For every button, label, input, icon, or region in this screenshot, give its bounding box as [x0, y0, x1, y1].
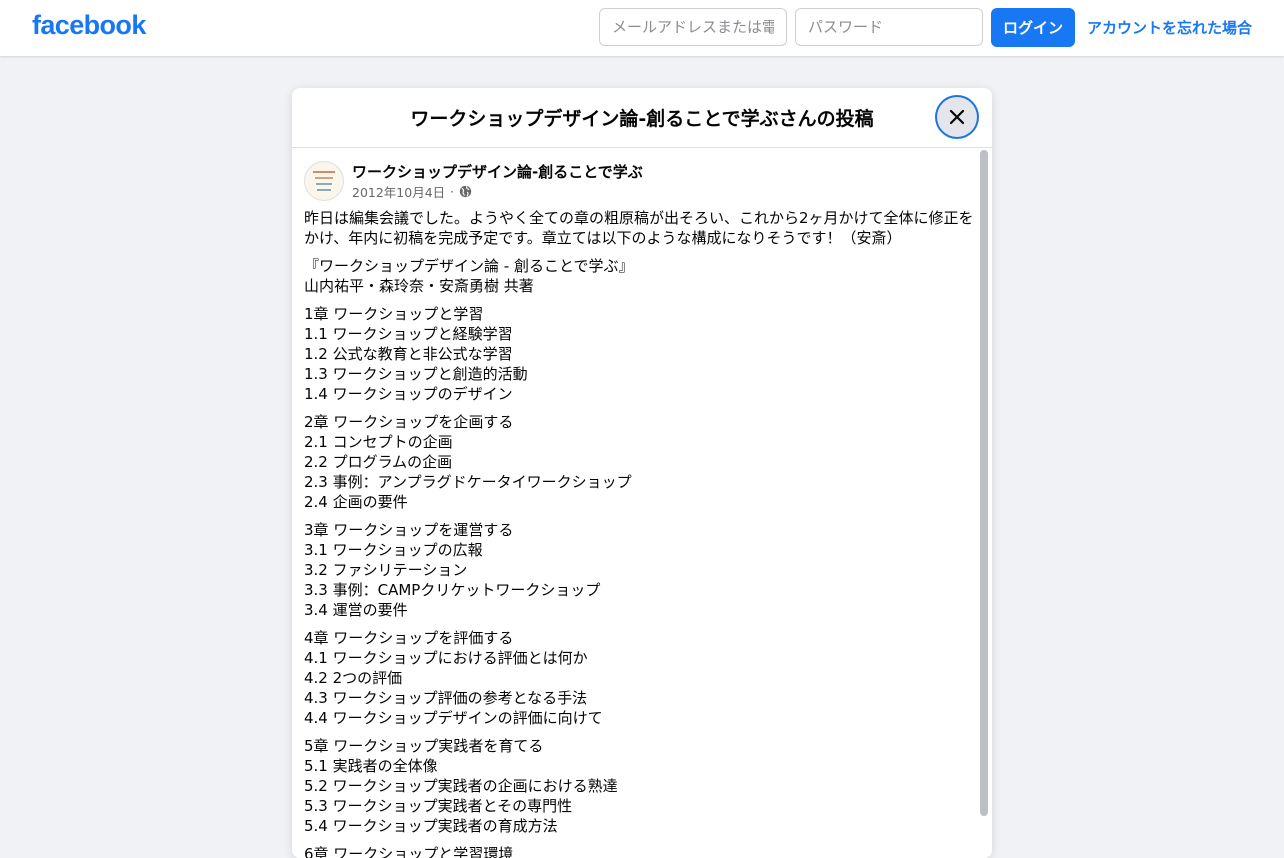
chapter-2: 2章 ワークショップを企画する 2.1 コンセプトの企画 2.2 プログラムの企… [304, 412, 980, 512]
password-input[interactable] [795, 8, 983, 46]
post-modal: ワークショップデザイン論-創ることで学ぶさんの投稿 ワークショップデザイン論-創… [292, 88, 992, 858]
facebook-logo[interactable]: facebook [32, 10, 146, 41]
book-title: 『ワークショップデザイン論 - 創ることで学ぶ』 [304, 257, 634, 275]
chapter-3: 3章 ワークショップを運営する 3.1 ワークショップの広報 3.2 ファシリテ… [304, 520, 980, 620]
section-line: 3.2 ファシリテーション [304, 561, 468, 579]
book-authors: 山内祐平・森玲奈・安斎勇樹 共著 [304, 277, 534, 295]
modal-body: ワークショップデザイン論-創ることで学ぶ 2012年10月4日 · 昨日は編集会… [292, 149, 992, 858]
globe-icon [459, 185, 472, 198]
chapter-heading: 6章 ワークショップと学習環境 [304, 845, 514, 858]
login-button[interactable]: ログイン [991, 8, 1075, 47]
chapter-heading: 5章 ワークショップ実践者を育てる [304, 737, 544, 755]
chapter-5: 5章 ワークショップ実践者を育てる 5.1 実践者の全体像 5.2 ワークショッ… [304, 736, 980, 836]
section-line: 2.3 事例：アンプラグドケータイワークショップ [304, 473, 632, 491]
close-button[interactable] [937, 97, 977, 137]
section-line: 4.2 2つの評価 [304, 669, 403, 687]
chapter-heading: 3章 ワークショップを運営する [304, 521, 514, 539]
top-navigation-bar: facebook ログイン アカウントを忘れた場合 [0, 0, 1284, 56]
section-line: 5.4 ワークショップ実践者の育成方法 [304, 817, 558, 835]
section-line: 1.2 公式な教育と非公式な学習 [304, 345, 513, 363]
page-avatar[interactable] [304, 161, 344, 201]
section-line: 2.4 企画の要件 [304, 493, 408, 511]
section-line: 1.1 ワークショップと経験学習 [304, 325, 513, 343]
post-text: 昨日は編集会議でした。ようやく全ての章の粗原稿が出そろい、これから2ヶ月かけて全… [304, 208, 980, 858]
section-line: 4.3 ワークショップ評価の参考となる手法 [304, 689, 588, 707]
section-line: 1.3 ワークショップと創造的活動 [304, 365, 528, 383]
modal-header: ワークショップデザイン論-創ることで学ぶさんの投稿 [292, 88, 992, 148]
chapter-4: 4章 ワークショップを評価する 4.1 ワークショップにおける評価とは何か 4.… [304, 628, 980, 728]
section-line: 5.2 ワークショップ実践者の企画における熟達 [304, 777, 618, 795]
section-line: 2.2 プログラムの企画 [304, 453, 453, 471]
section-line: 4.4 ワークショップデザインの評価に向けて [304, 709, 603, 727]
text-line: 昨日は編集会議でした。ようやく全ての章の粗原稿が出そろい、これから2ヶ月かけて全… [304, 209, 974, 227]
post-meta: 2012年10月4日 · [352, 182, 472, 201]
scrollbar[interactable] [980, 150, 988, 816]
modal-title: ワークショップデザイン論-創ることで学ぶさんの投稿 [410, 108, 874, 130]
chapter-heading: 4章 ワークショップを評価する [304, 629, 514, 647]
chapter-1: 1章 ワークショップと学習 1.1 ワークショップと経験学習 1.2 公式な教育… [304, 304, 980, 404]
section-line: 1.4 ワークショップのデザイン [304, 385, 513, 403]
section-line: 5.1 実践者の全体像 [304, 757, 438, 775]
meta-separator: · [450, 184, 455, 199]
section-line: 5.3 ワークショップ実践者とその専門性 [304, 797, 573, 815]
page-name-link[interactable]: ワークショップデザイン論-創ることで学ぶ [352, 161, 643, 182]
chapter-6: 6章 ワークショップと学習環境 [304, 844, 980, 858]
text-line: かけ、年内に初稿を完成予定です。章立ては以下のような構成になりそうです！（安斎） [304, 229, 902, 247]
forgot-account-link[interactable]: アカウントを忘れた場合 [1087, 17, 1252, 38]
section-line: 3.1 ワークショップの広報 [304, 541, 483, 559]
book-info: 『ワークショップデザイン論 - 創ることで学ぶ』 山内祐平・森玲奈・安斎勇樹 共… [304, 256, 980, 296]
section-line: 2.1 コンセプトの企画 [304, 433, 453, 451]
chapter-heading: 1章 ワークショップと学習 [304, 305, 484, 323]
post-intro: 昨日は編集会議でした。ようやく全ての章の粗原稿が出そろい、これから2ヶ月かけて全… [304, 208, 980, 248]
post-date[interactable]: 2012年10月4日 [352, 182, 445, 201]
section-line: 3.4 運営の要件 [304, 601, 408, 619]
section-line: 3.3 事例：CAMPクリケットワークショップ [304, 581, 601, 599]
section-line: 4.1 ワークショップにおける評価とは何か [304, 649, 588, 667]
chapter-heading: 2章 ワークショップを企画する [304, 413, 514, 431]
close-icon [949, 109, 965, 125]
email-input[interactable] [599, 8, 787, 46]
